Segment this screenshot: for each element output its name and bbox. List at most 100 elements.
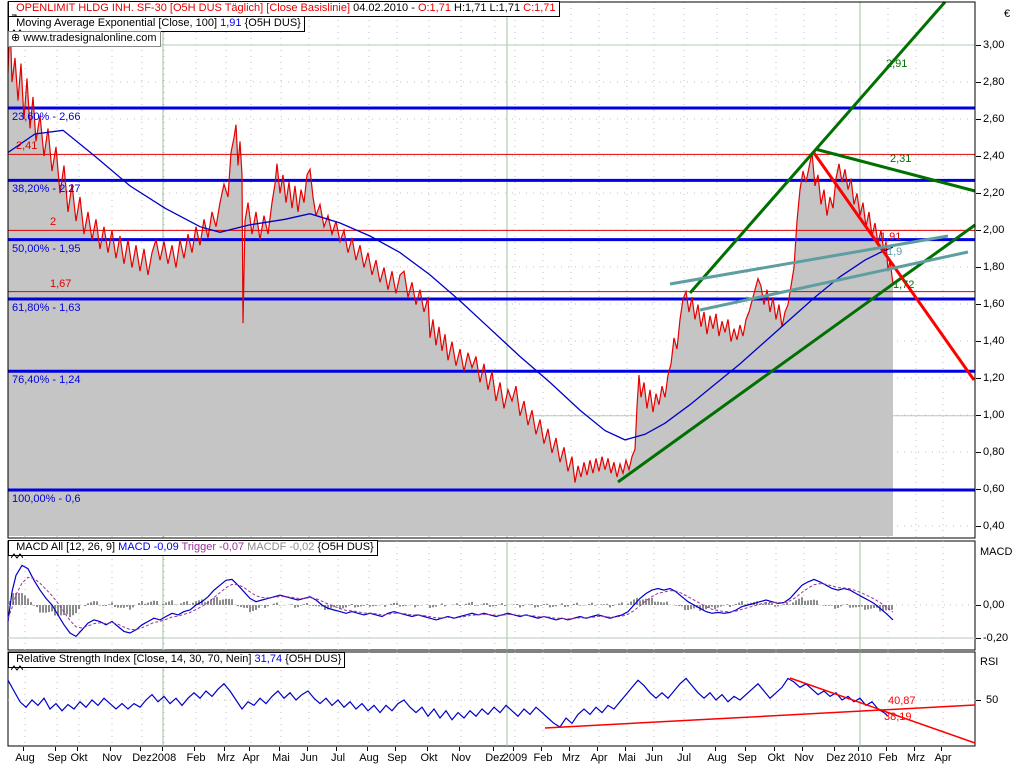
quote-open: O:1,71 [418,2,451,14]
trend-value-label: 2,91 [886,58,907,70]
fib-level-label: 23,60% - 2,66 [12,111,81,123]
month-label: Apr [234,752,268,764]
macd-suffix: {O5H DUS} [314,541,373,553]
currency-label: € [1004,8,1010,20]
time-axis-tick [459,747,460,751]
macd-header: MACD All [12, 26, 9] MACD -0,09 Trigger … [8,540,378,556]
time-axis-tick [914,747,915,751]
time-axis-tick [194,747,195,751]
rsi-name: Relative Strength Index [Close, 14, 30, … [16,653,254,665]
price-axis-tick [976,82,981,83]
time-axis-tick [597,747,598,751]
price-axis-tick [976,304,981,305]
month-label: Jul [667,752,701,764]
time-axis-tick [77,747,78,751]
fib-level-label: 50,00% - 1,95 [12,243,81,255]
globe-icon: ⊕ [11,32,23,44]
time-axis-tick [427,747,428,751]
rsi-value: 31,74 [255,653,283,665]
month-label: Okt [62,752,96,764]
instrument-header: OPENLIMIT HLDG INH. SF-30 [O5H DUS Tägli… [8,1,560,17]
time-axis-tick [249,747,250,751]
time-axis-tick [745,747,746,751]
time-axis-tick [715,747,716,751]
watermark-text: www.tradesignalonline.com [23,32,156,44]
macd-axis-label: -0,20 [983,632,1008,644]
rsi-header: Relative Strength Index [Close, 14, 30, … [8,652,345,668]
month-label: Nov [444,752,478,764]
price-axis-tick [976,526,981,527]
macd-axis-tick [976,638,981,639]
time-axis-tick [774,747,775,751]
fib-level-label: 61,80% - 1,63 [12,302,81,314]
macd-axis-label: 0,00 [983,599,1004,611]
time-axis-tick [858,747,859,751]
price-axis-tick [976,230,981,231]
rsi-trend-label: 38,19 [884,711,912,723]
macd-axis-title: MACD [980,546,1012,558]
macdf-value: MACDF -0,02 [244,541,314,553]
trend-value-label: 2,31 [890,153,911,165]
price-axis-label: 0,80 [983,446,1004,458]
month-label: Jul [321,752,355,764]
rsi-axis-title: RSI [980,656,998,668]
price-axis-tick [976,267,981,268]
trigger-value: Trigger -0,07 [179,541,244,553]
price-axis-label: 1,20 [983,372,1004,384]
time-axis-tick [224,747,225,751]
time-axis-tick [279,747,280,751]
price-axis-tick [976,45,981,46]
ema-value: 1,91 [220,17,241,29]
time-axis-tick [513,747,514,751]
price-axis-tick [976,489,981,490]
ema-suffix: {O5H DUS} [242,17,301,29]
rsi-axis-label: 50 [986,694,998,706]
price-axis-tick [976,156,981,157]
month-label: Okt [412,752,446,764]
price-axis-tick [976,341,981,342]
time-axis-tick [23,747,24,751]
trend-value-label: 1,9 [887,246,902,258]
price-axis-label: 2,40 [983,150,1004,162]
time-axis-tick [682,747,683,751]
price-axis-tick [976,119,981,120]
quote-date: 04.02.2010 - [350,2,418,14]
price-axis-label: 0,60 [983,483,1004,495]
price-level-label: 2,41 [16,140,37,152]
price-axis-label: 0,40 [983,520,1004,532]
price-axis-label: 1,40 [983,335,1004,347]
price-axis-tick [976,452,981,453]
price-axis-label: 2,60 [983,113,1004,125]
quote-close: C:1,71 [520,2,555,14]
month-label: Feb [179,752,213,764]
price-axis-label: 2,80 [983,76,1004,88]
time-axis-tick [162,747,163,751]
trading-chart-window: { "app": {"currency_symbol": "€"}, "head… [0,0,1024,768]
price-level-label: 1,67 [50,278,71,290]
price-axis-label: 3,00 [983,39,1004,51]
instrument-title: OPENLIMIT HLDG INH. SF-30 [O5H DUS Tägli… [16,2,350,14]
time-axis-tick [652,747,653,751]
fib-level-label: 76,40% - 1,24 [12,374,81,386]
price-chart-pane[interactable] [0,0,1024,539]
price-axis-tick [976,378,981,379]
time-axis-tick [802,747,803,751]
month-label: Aug [700,752,734,764]
time-axis-tick [336,747,337,751]
month-label: 2008 [147,752,181,764]
month-label: Sep [380,752,414,764]
time-axis-tick [307,747,308,751]
fib-level-label: 38,20% - 2,27 [12,183,81,195]
fib-level-label: 100,00% - 0,6 [12,493,81,505]
macd-value: MACD -0,09 [118,541,179,553]
time-axis-tick [541,747,542,751]
ema-name: Moving Average Exponential [Close, 100] [16,17,220,29]
trend-value-label: 1,91 [880,231,901,243]
quote-low: L:1,71 [486,2,520,14]
price-axis-label: 1,60 [983,298,1004,310]
time-axis-tick [493,747,494,751]
price-axis-label: 2,20 [983,187,1004,199]
watermark: ⊕ www.tradesignalonline.com [8,31,161,47]
quote-high: H:1,71 [451,2,486,14]
price-level-label: 2 [50,216,56,228]
